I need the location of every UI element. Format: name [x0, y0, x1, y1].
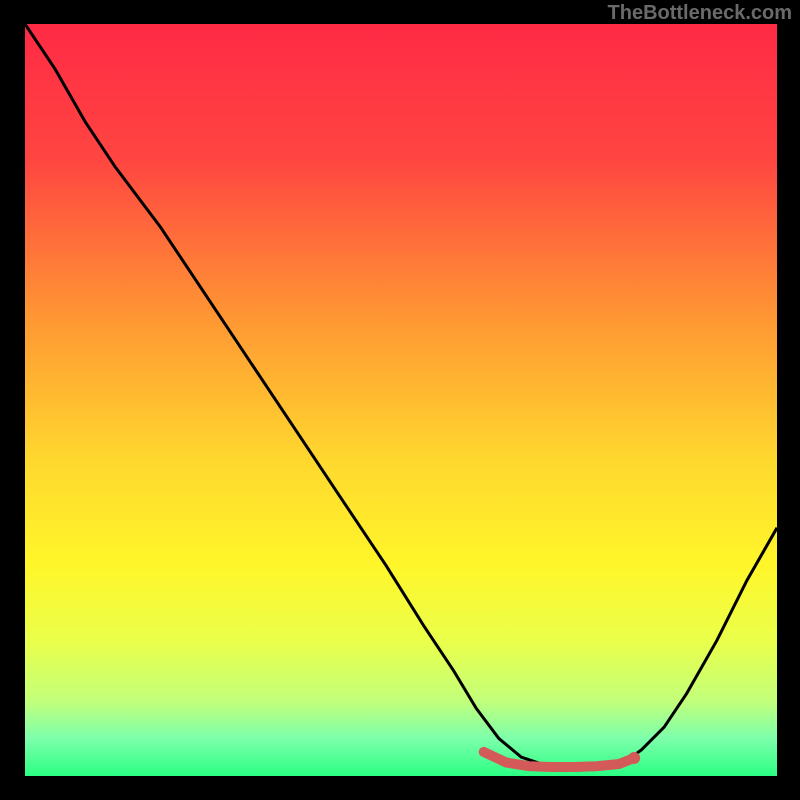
- chart-background: [25, 24, 777, 776]
- chart-plot-area: [25, 24, 777, 776]
- chart-svg: [25, 24, 777, 776]
- watermark-text: TheBottleneck.com: [608, 2, 792, 25]
- trough-end-dot: [628, 752, 640, 764]
